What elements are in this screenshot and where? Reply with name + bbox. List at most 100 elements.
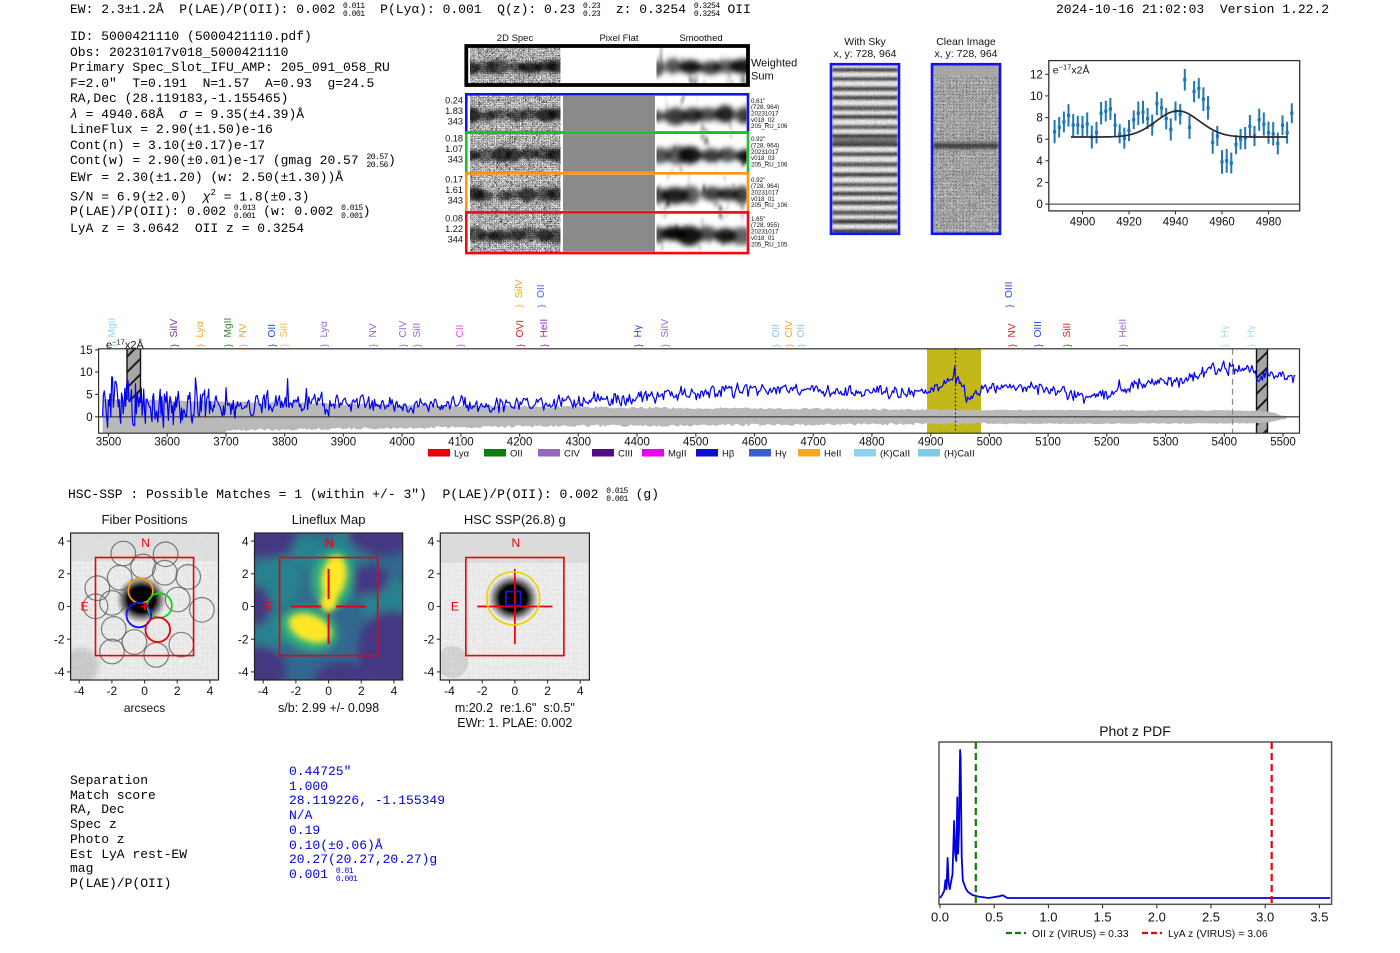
svg-text:4: 4 <box>242 534 249 548</box>
svg-text:}: } <box>455 344 465 347</box>
svg-text:}: } <box>771 344 781 347</box>
svg-text:Phot z PDF: Phot z PDF <box>1099 723 1171 739</box>
svg-text:Fiber Positions: Fiber Positions <box>102 512 188 527</box>
svg-text:0: 0 <box>58 600 65 614</box>
svg-text:}: } <box>169 344 179 347</box>
svg-text:4: 4 <box>428 534 435 548</box>
svg-text:4920: 4920 <box>1116 216 1142 228</box>
svg-text:0: 0 <box>86 412 92 424</box>
svg-text:5500: 5500 <box>1270 437 1296 449</box>
svg-text:3700: 3700 <box>213 437 239 449</box>
svg-text:Hγ: Hγ <box>1220 324 1231 337</box>
svg-text:SiIV: SiIV <box>660 319 671 338</box>
svg-text:Clean Image: Clean Image <box>936 36 996 48</box>
svg-text:}: } <box>633 344 643 347</box>
svg-text:4980: 4980 <box>1256 216 1282 228</box>
svg-text:}: } <box>412 344 422 347</box>
svg-text:}: } <box>107 344 117 347</box>
svg-text:-4: -4 <box>54 665 65 679</box>
svg-text:NV: NV <box>368 323 379 337</box>
svg-text:0: 0 <box>1036 199 1042 211</box>
svg-text:2: 2 <box>358 684 365 698</box>
svg-text:}: } <box>1246 344 1256 347</box>
svg-text:4900: 4900 <box>1070 216 1096 228</box>
svg-text:E: E <box>81 600 89 614</box>
svg-text:}: } <box>1033 344 1043 347</box>
svg-text:}: } <box>238 344 248 347</box>
svg-text:4: 4 <box>577 684 584 698</box>
svg-text:e−17x2Å: e−17x2Å <box>1053 62 1090 77</box>
svg-text:1.61: 1.61 <box>445 185 463 195</box>
svg-text:2.0: 2.0 <box>1148 909 1166 924</box>
svg-text:0.24: 0.24 <box>445 95 463 105</box>
svg-text:}: } <box>784 344 794 347</box>
svg-text:SiII: SiII <box>1062 323 1073 338</box>
svg-text:}: } <box>267 344 277 347</box>
svg-text:OII z (VIRUS) = 0.33: OII z (VIRUS) = 0.33 <box>1032 928 1129 940</box>
svg-text:2: 2 <box>242 567 249 581</box>
svg-text:Pixel Flat: Pixel Flat <box>599 33 638 44</box>
svg-text:}: } <box>539 344 549 347</box>
svg-text:5: 5 <box>86 389 92 401</box>
svg-text:2: 2 <box>58 567 65 581</box>
svg-text:NV: NV <box>238 323 249 337</box>
svg-text:Smoothed: Smoothed <box>679 33 722 44</box>
svg-text:E: E <box>451 600 459 614</box>
svg-text:0: 0 <box>242 600 249 614</box>
svg-text:N: N <box>141 536 150 550</box>
svg-text:205_RU_106: 205_RU_106 <box>751 123 788 130</box>
svg-text:HeII: HeII <box>824 449 841 460</box>
svg-text:Sum: Sum <box>751 71 774 83</box>
svg-text:1.07: 1.07 <box>445 144 463 154</box>
svg-text:4940: 4940 <box>1163 216 1189 228</box>
svg-text:2: 2 <box>428 567 435 581</box>
svg-text:MgII: MgII <box>223 318 234 338</box>
svg-text:SiIV: SiIV <box>169 319 180 338</box>
svg-text:8: 8 <box>1036 113 1042 125</box>
svg-text:0.0: 0.0 <box>931 909 949 924</box>
svg-text:3900: 3900 <box>331 437 357 449</box>
svg-text:EWr: 1. PLAE: 0.002: EWr: 1. PLAE: 0.002 <box>457 716 572 730</box>
svg-text:10: 10 <box>80 367 93 379</box>
svg-text:HeII: HeII <box>1118 319 1129 338</box>
svg-text:N: N <box>512 536 521 550</box>
svg-text:3500: 3500 <box>96 437 122 449</box>
svg-text:4900: 4900 <box>918 437 944 449</box>
svg-text:5100: 5100 <box>1035 437 1061 449</box>
svg-text:4100: 4100 <box>448 437 474 449</box>
svg-text:NV: NV <box>1007 323 1018 337</box>
svg-text:CIV: CIV <box>564 449 581 460</box>
svg-text:HeII: HeII <box>539 319 550 338</box>
svg-text:2: 2 <box>174 684 181 698</box>
svg-text:}: } <box>796 344 806 347</box>
svg-text:0: 0 <box>512 684 519 698</box>
svg-text:0.08: 0.08 <box>445 213 463 223</box>
svg-text:3800: 3800 <box>272 437 298 449</box>
svg-text:6: 6 <box>1036 134 1042 146</box>
svg-text:SiII: SiII <box>412 323 423 338</box>
svg-text:}: } <box>319 344 329 347</box>
svg-text:With Sky: With Sky <box>844 36 886 48</box>
svg-text:-4: -4 <box>258 684 269 698</box>
svg-text:4: 4 <box>391 684 398 698</box>
svg-text:-4: -4 <box>444 684 455 698</box>
svg-text:}: } <box>660 344 670 347</box>
svg-text:}: } <box>223 344 233 347</box>
svg-text:4300: 4300 <box>566 437 592 449</box>
svg-text:4: 4 <box>1036 156 1043 168</box>
svg-text:OII: OII <box>510 449 523 460</box>
svg-text:}: } <box>536 304 546 307</box>
svg-text:343: 343 <box>448 116 463 126</box>
svg-text:-2: -2 <box>54 632 65 646</box>
svg-text:15: 15 <box>80 345 93 357</box>
svg-text:Hγ: Hγ <box>1246 324 1257 337</box>
svg-text:x, y: 728, 964: x, y: 728, 964 <box>833 48 896 60</box>
svg-text:5300: 5300 <box>1153 437 1179 449</box>
svg-text:4960: 4960 <box>1209 216 1235 228</box>
svg-text:}: } <box>398 344 408 347</box>
svg-text:Lyα: Lyα <box>195 321 206 337</box>
svg-text:0.17: 0.17 <box>445 174 463 184</box>
svg-text:Lineflux Map: Lineflux Map <box>292 512 366 527</box>
svg-text:1.22: 1.22 <box>445 224 463 234</box>
svg-text:CIII: CIII <box>618 449 633 460</box>
